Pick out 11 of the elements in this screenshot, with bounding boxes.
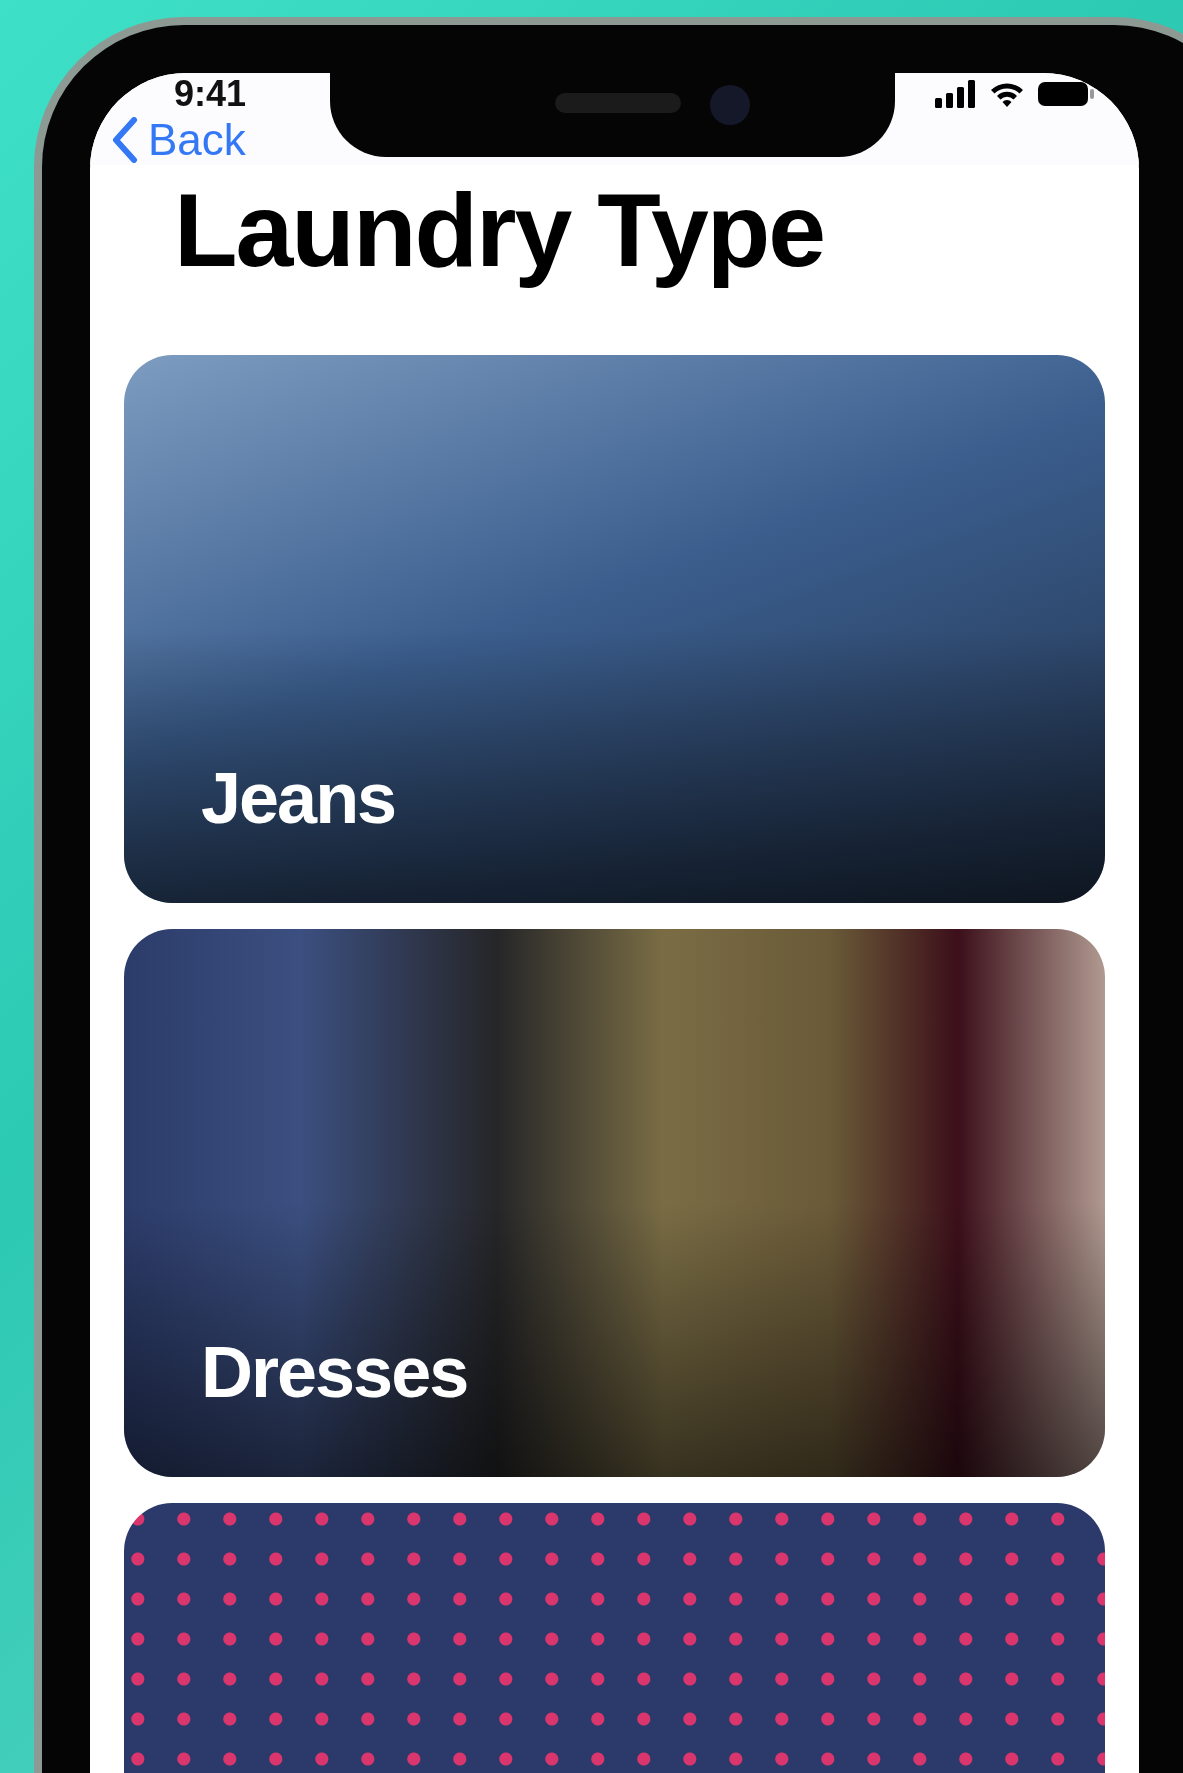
page-title: Laundry Type bbox=[173, 171, 826, 290]
back-button[interactable]: Back bbox=[112, 115, 246, 165]
battery-icon bbox=[1037, 81, 1095, 107]
category-label: Jeans bbox=[201, 757, 396, 839]
category-card[interactable]: Jeans bbox=[124, 355, 1105, 903]
chevron-left-icon bbox=[112, 117, 138, 163]
status-time: 9:41 bbox=[174, 73, 247, 115]
signal-icon bbox=[935, 80, 977, 108]
category-label: Dresses bbox=[201, 1331, 468, 1413]
category-card[interactable]: Dresses bbox=[124, 929, 1105, 1477]
camera-lens bbox=[710, 85, 750, 125]
